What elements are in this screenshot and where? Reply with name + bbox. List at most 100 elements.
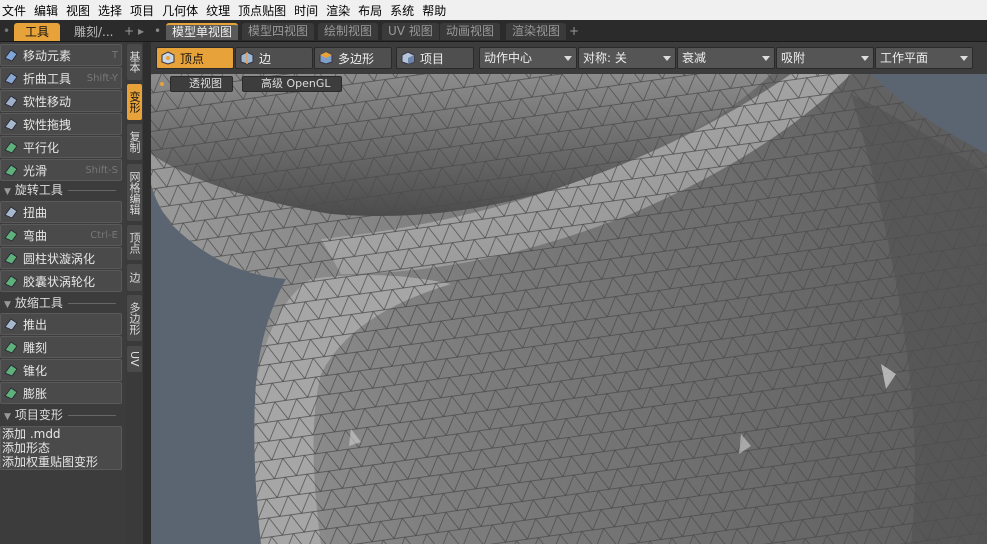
menu-item-1[interactable]: 编辑 [34,2,64,19]
action-center-dropdown[interactable]: 动作中心 [479,47,577,69]
falloff-dropdown[interactable]: 衰减 [677,47,775,69]
left-tabs-add[interactable]: + [124,23,134,40]
swirl-icon [4,252,18,265]
tool-label: 推出 [23,317,48,332]
tool-label: 光滑 [23,163,48,178]
flatten-icon [4,141,18,154]
symmetry-dropdown[interactable]: 对称: 关 [578,47,676,69]
vertical-tab-5[interactable]: 边 [127,264,142,291]
view-tabs-add[interactable]: + [569,23,579,40]
tool-taper[interactable]: 锥化 [0,359,122,381]
tool-shortcut: Shift-S [85,164,118,176]
render-mode-button[interactable]: 高级 OpenGL [242,76,342,92]
menu-item-9[interactable]: 渲染 [326,2,356,19]
tab-sculpt[interactable]: 雕刻/... [66,23,122,41]
menu-item-4[interactable]: 项目 [130,2,160,19]
tool-soft-move[interactable]: 软性移动 [0,90,122,112]
menu-item-8[interactable]: 时间 [294,2,324,19]
bend-icon [4,72,18,85]
mode-item-label: 项目 [420,51,445,66]
group-item-deform-title: 项目变形 [14,408,63,422]
tool-bend[interactable]: 折曲工具 Shift-Y [0,67,122,89]
view-type-button[interactable]: 透视图 [170,76,233,92]
tool-label: 扭曲 [23,205,48,220]
vertical-tab-strip: 基本变形复制网格编辑顶点边多边形 UV [126,42,143,544]
tab-strip: • 工具 雕刻/... + ▸ • 模型单视图 模型四视图 绘制视图 UV 视图… [0,20,987,42]
vertical-tab-1[interactable]: 变形 [127,84,142,120]
mode-polygon-button[interactable]: 多边形 [314,47,392,69]
tool-bend2[interactable]: 弯曲 Ctrl-E [0,224,122,246]
tool-soft-drag[interactable]: 软性拖拽 [0,113,122,135]
tool-push[interactable]: 推出 [0,313,122,335]
tab-paint[interactable]: 绘制视图 [318,23,379,40]
tool-swirl[interactable]: 圆柱状漩涡化 [0,247,122,269]
vertical-tab-3[interactable]: 网格编辑 [127,164,142,221]
panel-gutter [143,42,151,544]
tool-label: 折曲工具 [23,71,72,86]
chevron-down-icon [960,56,968,61]
vertical-tab-4[interactable]: 顶点 [127,225,142,260]
add-mdd-button[interactable]: 添加 .mdd [1,427,121,441]
vertical-tab-2[interactable]: 复制 [127,124,142,160]
mesh-render[interactable] [151,74,987,544]
menu-item-6[interactable]: 纹理 [206,2,236,19]
tool-label: 平行化 [23,140,60,155]
group-rotate-header[interactable]: ▼ 旋转工具 [0,183,122,197]
workplane-dropdown[interactable]: 工作平面 [875,47,973,69]
tool-label: 移动元素 [23,48,72,63]
tool-move-element[interactable]: 移动元素 T [0,44,122,66]
taper-icon [4,364,18,377]
tool-sculpt[interactable]: 雕刻 [0,336,122,358]
tool-sidebar: ▼ 旋转工具 ▼ 放缩工具 ▼ 项目变形 添加 .mdd 添加形态 添加权重贴图变形 … [0,42,126,544]
viewport-toolbar: 顶点 边 多边形 项目 动作中心 对称: 关 衰减 吸附 工作平面 [151,42,987,74]
vertical-tab-0[interactable]: 基本 [127,44,142,80]
menu-item-7[interactable]: 顶点贴图 [238,2,292,19]
tool-bulge[interactable]: 膨胀 [0,382,122,404]
group-scale-header[interactable]: ▼ 放缩工具 [0,296,122,310]
menu-item-0[interactable]: 文件 [2,2,32,19]
tool-smooth[interactable]: 光滑 Shift-S [0,159,122,181]
snap-label: 吸附 [781,51,806,65]
3d-viewport[interactable]: 透视图 高级 OpenGL [151,74,987,544]
tool-shortcut: T [111,49,118,61]
tool-label: 圆柱状漩涡化 [23,251,96,266]
menu-item-2[interactable]: 视图 [66,2,96,19]
move-element-icon [4,49,18,62]
tool-label: 膨胀 [23,386,48,401]
menu-item-12[interactable]: 帮助 [422,2,452,19]
tool-vortex[interactable]: 胶囊状涡轮化 [0,270,122,292]
tab-render[interactable]: 渲染视图 [506,23,567,40]
tab-model-single[interactable]: 模型单视图 [166,23,239,40]
tab-uv[interactable]: UV 视图 [382,23,439,40]
menu-bar: 文件 编辑 视图 选择 项目 几何体 纹理 顶点贴图 时间 渲染 布局 系统 帮助 [0,0,987,20]
viewport-indicator-dot [160,82,164,86]
push-icon [4,318,18,331]
menu-item-10[interactable]: 布局 [358,2,388,19]
bulge-icon [4,387,18,400]
left-tabs-arrow[interactable]: ▸ [138,23,144,40]
mode-item-button[interactable]: 项目 [396,47,474,69]
chevron-down-icon [762,56,770,61]
item-deform-list: 添加 .mdd 添加形态 添加权重贴图变形 [0,426,122,470]
tool-flatten[interactable]: 平行化 [0,136,122,158]
menu-item-3[interactable]: 选择 [98,2,128,19]
add-weightmap-deform-button[interactable]: 添加权重贴图变形 [1,455,121,469]
vertical-tab-6[interactable]: 多边形 [127,295,142,341]
group-item-deform-header[interactable]: ▼ 项目变形 [0,408,122,422]
mode-edge-button[interactable]: 边 [235,47,313,69]
tab-animation[interactable]: 动画视图 [440,23,501,40]
vertex-mode-icon [161,51,175,65]
snap-dropdown[interactable]: 吸附 [776,47,874,69]
vortex-icon [4,275,18,288]
polygon-mode-icon [319,51,333,65]
tool-twist[interactable]: 扭曲 [0,201,122,223]
tab-tools[interactable]: 工具 [14,23,60,41]
tab-model-quad[interactable]: 模型四视图 [242,23,315,40]
tool-shortcut: Shift-Y [86,72,118,84]
menu-item-5[interactable]: 几何体 [162,2,204,19]
workplane-label: 工作平面 [880,51,929,65]
menu-item-11[interactable]: 系统 [390,2,420,19]
add-morph-button[interactable]: 添加形态 [1,441,121,455]
vertical-tab-7[interactable]: UV [127,346,142,372]
mode-vertex-button[interactable]: 顶点 [156,47,234,69]
